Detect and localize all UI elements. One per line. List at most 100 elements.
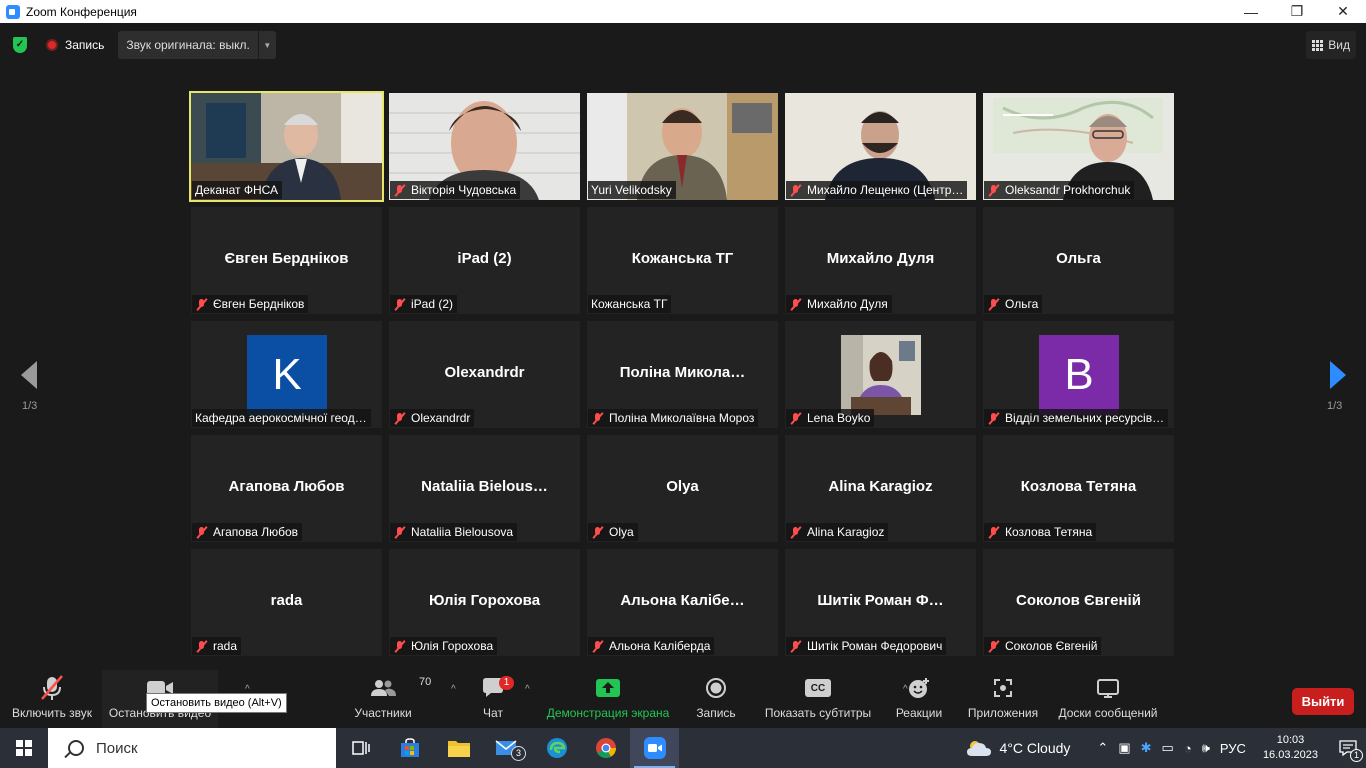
participant-name: Nataliia Bielousova <box>411 525 514 539</box>
share-screen-button[interactable]: Демонстрация экрана <box>546 670 670 728</box>
participant-tile[interactable]: Деканат ФНСА <box>189 91 384 202</box>
notification-center-button[interactable]: 1 <box>1330 728 1366 768</box>
input-language-indicator[interactable]: РУС <box>1220 741 1246 756</box>
weather-text: 4°C Cloudy <box>999 740 1071 756</box>
participant-tile[interactable]: Ольга Ольга <box>983 207 1174 314</box>
participant-name: Кафедра аерокосмічної геод… <box>195 411 367 425</box>
participant-tile[interactable]: rada rada <box>191 549 382 656</box>
participant-tile[interactable]: Nataliia Bielous… Nataliia Bielousova <box>389 435 580 542</box>
muted-microphone-icon <box>789 640 802 653</box>
reactions-button[interactable]: Реакции <box>894 670 944 728</box>
participant-tile[interactable]: Oleksandr Prokhorchuk <box>983 93 1174 200</box>
zoom-app-taskbar-icon <box>643 737 666 759</box>
participant-tile[interactable]: Альона Калібе… Альона Каліберда <box>587 549 778 656</box>
participant-tile[interactable]: Yuri Velikodsky <box>587 93 778 200</box>
participant-tile[interactable]: Євген Бердніков Євген Бердніков <box>191 207 382 314</box>
participant-name-label: Кожанська ТГ <box>588 295 672 313</box>
participant-tile[interactable]: B Відділ земельних ресурсів… <box>983 321 1174 428</box>
participant-tile[interactable]: K Кафедра аерокосмічної геод… <box>191 321 382 428</box>
wifi-icon[interactable]: ◔ <box>1184 741 1192 756</box>
edge-browser-button[interactable] <box>532 728 581 768</box>
show-captions-button[interactable]: CC ^ Показать субтитры <box>764 670 908 728</box>
bluetooth-icon[interactable]: ✱ <box>1141 740 1152 756</box>
prev-page-indicator: 1/3 <box>22 400 38 412</box>
participant-tile[interactable]: Поліна Микола… Поліна Миколаївна Мороз <box>587 321 778 428</box>
participants-icon <box>371 680 396 696</box>
zoom-taskbar-button[interactable] <box>630 728 679 768</box>
participant-tile[interactable]: Lena Boyko <box>785 321 976 428</box>
participant-name-label: Olya <box>588 523 638 541</box>
muted-microphone-icon <box>195 526 208 539</box>
participant-tile[interactable]: Шитік Роман Ф… Шитік Роман Федорович <box>785 549 976 656</box>
participant-center-name: Nataliia Bielous… <box>421 478 548 495</box>
unmute-button[interactable]: ^ Включить звук <box>8 670 120 728</box>
record-button[interactable]: Запись <box>694 670 738 728</box>
participant-tile[interactable]: Соколов Євгеній Соколов Євгеній <box>983 549 1174 656</box>
original-sound-dropdown[interactable]: Звук оригинала: выкл. ▼ <box>118 31 276 59</box>
participant-tile[interactable]: Кожанська ТГ Кожанська ТГ <box>587 207 778 314</box>
participant-center-name: Ольга <box>1056 250 1101 267</box>
webcam-icon[interactable]: ▣ <box>1118 740 1130 756</box>
participant-name: Михайло Лещенко (Центр… <box>807 183 964 197</box>
file-explorer-button[interactable] <box>434 728 483 768</box>
muted-microphone-icon <box>41 675 63 700</box>
view-button[interactable]: Вид <box>1306 31 1356 59</box>
share-screen-label: Демонстрация экрана <box>546 706 670 720</box>
participant-name: Юлія Горохова <box>411 639 494 653</box>
chrome-browser-icon <box>595 738 616 758</box>
volume-icon[interactable]: 🕪 <box>1202 740 1210 756</box>
chrome-browser-button[interactable] <box>581 728 630 768</box>
participants-chevron-icon[interactable]: ^ <box>451 684 456 695</box>
chevron-down-icon[interactable]: ▼ <box>257 31 276 59</box>
participant-tile[interactable]: Вікторія Чудовська <box>389 93 580 200</box>
minimize-button[interactable]: — <box>1228 0 1274 23</box>
participant-tile[interactable]: Olya Olya <box>587 435 778 542</box>
task-view-button[interactable] <box>336 728 385 768</box>
window-title: Zoom Конференция <box>26 4 137 19</box>
close-button[interactable]: ✕ <box>1320 0 1366 23</box>
participant-tile[interactable]: Юлія Горохова Юлія Горохова <box>389 549 580 656</box>
system-clock[interactable]: 10:03 16.03.2023 <box>1263 733 1318 763</box>
show-hidden-icons-chevron-icon[interactable]: ⌃ <box>1097 740 1108 756</box>
muted-microphone-icon <box>987 412 1000 425</box>
reactions-label: Реакции <box>895 706 943 720</box>
participant-center-name: Olya <box>666 478 699 495</box>
record-status-label[interactable]: Запись <box>65 38 104 52</box>
apps-button[interactable]: Приложения <box>966 670 1040 728</box>
muted-microphone-icon <box>591 640 604 653</box>
next-page-arrow-icon[interactable] <box>1328 359 1348 391</box>
whiteboards-button[interactable]: Доски сообщений <box>1056 670 1160 728</box>
mail-button[interactable]: 3 <box>483 728 532 768</box>
participant-name-label: rada <box>192 637 242 655</box>
participants-button[interactable]: 70 ^ Участники <box>350 670 455 728</box>
participant-center-name: Агапова Любов <box>228 478 345 495</box>
shield-check-icon[interactable]: ✓ <box>13 37 27 53</box>
participant-tile[interactable]: Olexandrdr Olexandrdr <box>389 321 580 428</box>
unmute-label: Включить звук <box>11 706 93 720</box>
previous-page-arrow-icon[interactable] <box>19 359 39 391</box>
windows-logo-icon <box>16 740 32 756</box>
start-button[interactable] <box>0 728 48 768</box>
participant-name: Ольга <box>1005 297 1039 311</box>
participant-tile[interactable]: Alina Karagioz Alina Karagioz <box>785 435 976 542</box>
participant-tile[interactable]: Агапова Любов Агапова Любов <box>191 435 382 542</box>
muted-microphone-icon <box>789 412 802 425</box>
record-icon <box>706 678 726 698</box>
chat-button[interactable]: 1 ^ Чат <box>478 670 530 728</box>
restore-button[interactable]: ❐ <box>1274 0 1320 23</box>
original-sound-label: Звук оригинала: выкл. <box>126 38 250 52</box>
taskbar-search-box[interactable]: Поиск <box>48 728 336 768</box>
leave-meeting-button[interactable]: Выйти <box>1292 688 1354 715</box>
participant-tile[interactable]: Козлова Тетяна Козлова Тетяна <box>983 435 1174 542</box>
battery-icon[interactable]: ▭ <box>1162 740 1174 756</box>
whiteboards-label: Доски сообщений <box>1058 706 1158 720</box>
chat-chevron-icon[interactable]: ^ <box>525 684 530 695</box>
participant-name-label: Кафедра аерокосмічної геод… <box>192 409 371 427</box>
microsoft-store-button[interactable] <box>385 728 434 768</box>
participant-tile[interactable]: Михайло Дуля Михайло Дуля <box>785 207 976 314</box>
participant-tile[interactable]: Михайло Лещенко (Центр… <box>785 93 976 200</box>
weather-widget[interactable]: 4°C Cloudy <box>966 738 1070 758</box>
apps-label: Приложения <box>967 706 1039 720</box>
muted-microphone-icon <box>393 640 406 653</box>
participant-tile[interactable]: iPad (2) iPad (2) <box>389 207 580 314</box>
